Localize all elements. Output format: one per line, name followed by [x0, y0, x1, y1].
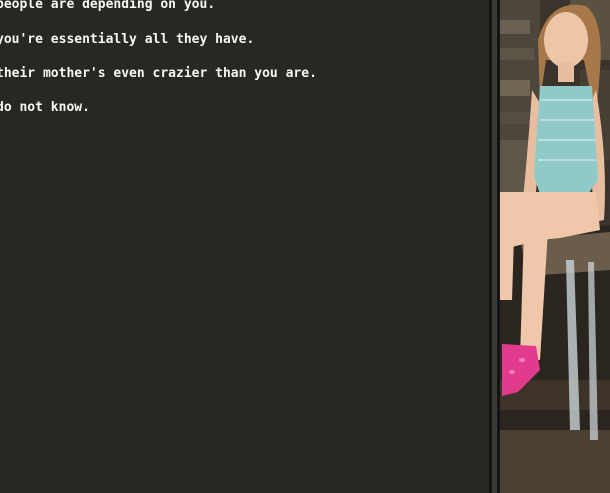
splitter-handle[interactable]	[492, 0, 497, 493]
pane-splitter[interactable]	[489, 0, 500, 493]
photo-image	[500, 0, 610, 493]
text-editor-pane[interactable]: people are depending on you. you're esse…	[0, 0, 489, 493]
image-preview-pane	[500, 0, 610, 493]
editor-line[interactable]: their mother's even crazier than you are…	[0, 66, 317, 82]
app-window: people are depending on you. you're esse…	[0, 0, 610, 493]
editor-line[interactable]: do not know.	[0, 100, 90, 116]
editor-line[interactable]: you're essentially all they have.	[0, 32, 254, 48]
editor-line[interactable]: people are depending on you.	[0, 0, 215, 13]
